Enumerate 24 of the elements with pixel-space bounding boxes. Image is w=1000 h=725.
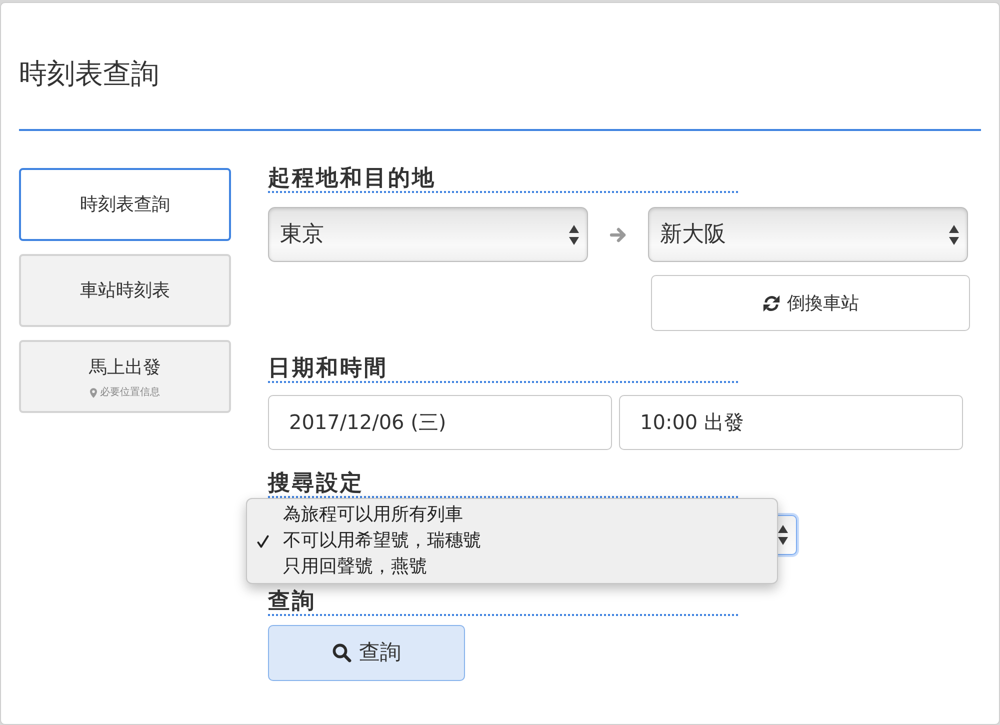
sidebar-tab[interactable]: 車站時刻表 <box>19 254 231 327</box>
updown-arrows-icon <box>778 524 788 546</box>
location-hint: 必要位置信息 <box>100 387 160 399</box>
section-heading: 起程地和目的地 <box>268 168 738 193</box>
right-arrow-icon <box>610 226 626 242</box>
swap-stations-button[interactable]: 倒換車站 <box>651 275 970 331</box>
dropdown-option[interactable]: 只用回聲號，燕號 <box>283 555 427 579</box>
section-heading: 查詢 <box>268 591 738 616</box>
station-select[interactable]: 東京 <box>268 207 588 262</box>
search-icon <box>332 643 352 663</box>
dropdown-option[interactable]: 為旅程可以用所有列車 <box>283 503 463 527</box>
search-button[interactable]: 查詢 <box>268 625 465 681</box>
sidebar-tab[interactable]: 馬上出發 必要位置信息 <box>19 340 231 413</box>
updown-arrows-icon <box>949 224 959 246</box>
time-field[interactable]: 10:00 出發 <box>619 395 963 450</box>
location-pin-icon <box>90 388 97 398</box>
dropdown-option[interactable]: 不可以用希望號，瑞穗號 <box>283 529 481 553</box>
sidebar-tab[interactable]: 時刻表查詢 <box>19 168 231 241</box>
page-title: 時刻表查詢 <box>19 57 159 91</box>
section-heading: 日期和時間 <box>268 358 738 383</box>
station-select[interactable]: 新大阪 <box>648 207 968 262</box>
date-field[interactable]: 2017/12/06 (三) <box>268 395 612 450</box>
refresh-icon <box>762 294 781 312</box>
updown-arrows-icon <box>569 224 579 246</box>
